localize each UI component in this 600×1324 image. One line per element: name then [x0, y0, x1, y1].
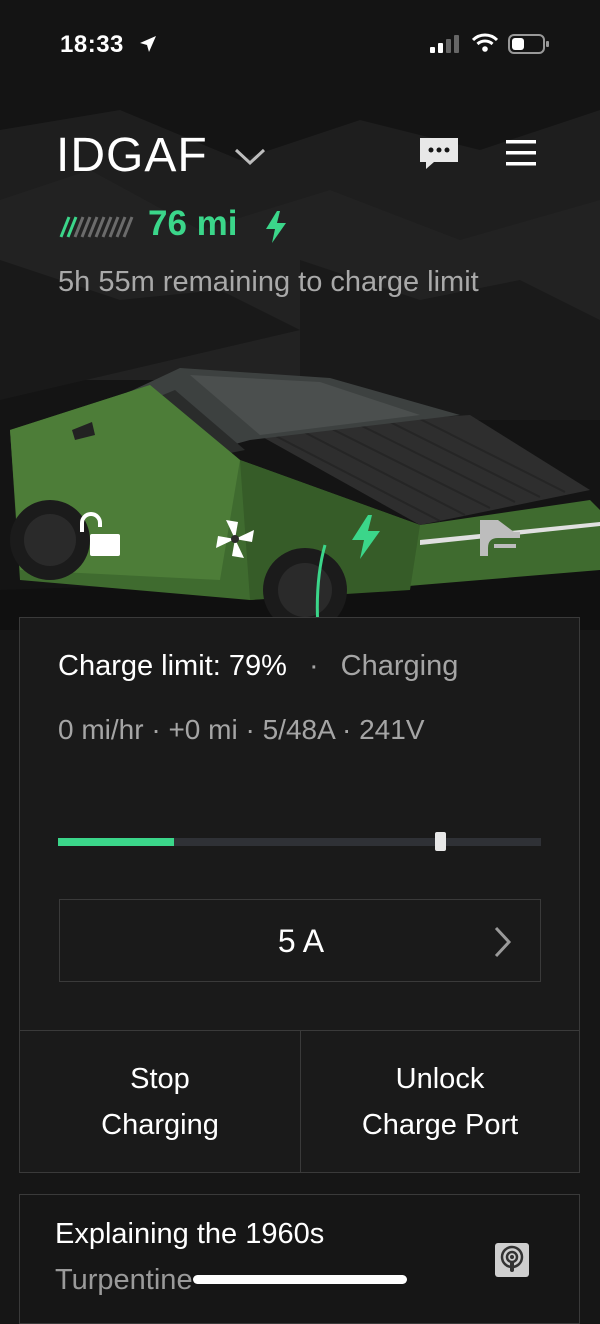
menu-icon[interactable] — [504, 138, 538, 168]
charge-time-remaining: 5h 55m remaining to charge limit — [58, 266, 479, 298]
fan-icon[interactable] — [212, 516, 258, 562]
separator: · — [308, 650, 319, 682]
tonneau-icon[interactable] — [476, 516, 522, 558]
charge-summary: Charge limit: 79% · Charging — [58, 650, 458, 683]
status-time: 18:33 — [60, 31, 124, 58]
battery-level-icon — [59, 216, 134, 238]
location-arrow-icon — [140, 36, 156, 52]
charge-details: 0 mi/hr · +0 mi · 5/48A · 241V — [58, 714, 425, 745]
home-indicator[interactable] — [193, 1275, 407, 1284]
wifi-icon — [472, 33, 498, 52]
stop-charging-button[interactable]: Stop Charging — [20, 1056, 300, 1148]
charge-limit-label: Charge limit: 79% — [58, 650, 287, 682]
vehicle-image — [0, 368, 600, 630]
charge-status: Charging — [340, 650, 459, 682]
stop-label-line1: Stop — [130, 1063, 190, 1095]
chat-icon[interactable] — [418, 136, 460, 170]
chevron-right-icon — [494, 926, 512, 958]
charge-current-value: 5 A — [277, 923, 325, 959]
charge-current-selector[interactable]: 5 A — [59, 899, 541, 982]
media-subtitle: Turpentine — [55, 1264, 193, 1296]
media-title: Explaining the 1960s — [55, 1218, 325, 1250]
charge-level-fill — [58, 838, 174, 846]
vehicle-name[interactable]: IDGAF — [56, 128, 208, 183]
range-value: 76 mi — [148, 204, 238, 243]
charging-bolt-icon — [266, 211, 286, 243]
stop-label-line2: Charging — [101, 1109, 219, 1141]
unlock-charge-port-button[interactable]: Unlock Charge Port — [300, 1056, 580, 1148]
battery-icon — [508, 34, 549, 54]
unlock-label-line1: Unlock — [395, 1063, 485, 1095]
lock-open-icon[interactable] — [74, 512, 124, 560]
chevron-down-icon[interactable] — [232, 146, 268, 168]
charging-bolt-icon[interactable] — [348, 514, 384, 560]
podcast-icon[interactable] — [494, 1242, 530, 1278]
unlock-label-line2: Charge Port — [361, 1109, 519, 1141]
charge-limit-handle[interactable] — [435, 832, 446, 851]
cellular-signal-icon — [430, 35, 459, 53]
